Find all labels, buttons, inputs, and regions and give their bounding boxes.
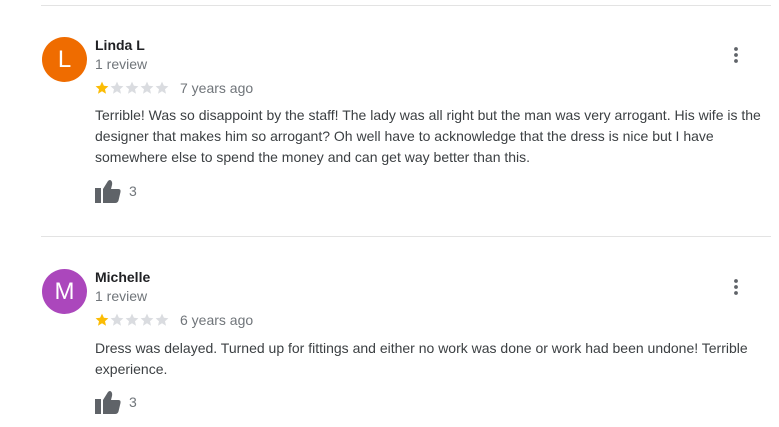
star-empty-icon xyxy=(125,81,139,94)
more-vertical-icon xyxy=(734,47,738,63)
thumbs-up-icon xyxy=(95,180,121,203)
star-empty-icon xyxy=(140,313,154,326)
star-filled-icon xyxy=(95,81,109,94)
star-rating xyxy=(95,313,169,327)
reviewer-name[interactable]: Linda L xyxy=(95,37,145,53)
review-divider xyxy=(41,236,771,237)
review-time: 6 years ago xyxy=(180,312,254,328)
thumbs-up-icon xyxy=(95,391,121,414)
star-empty-icon xyxy=(155,313,169,326)
avatar-initial: L xyxy=(57,45,72,73)
star-rating xyxy=(95,81,169,95)
avatar[interactable]: M xyxy=(42,269,87,314)
star-empty-icon xyxy=(125,313,139,326)
reviewer-review-count[interactable]: 1 review xyxy=(95,288,147,304)
more-vertical-icon xyxy=(734,279,738,295)
reviewer-name[interactable]: Michelle xyxy=(95,269,150,285)
avatar[interactable]: L xyxy=(42,37,87,82)
star-empty-icon xyxy=(110,81,124,94)
star-empty-icon xyxy=(155,81,169,94)
avatar-initial: M xyxy=(54,277,75,305)
more-options-button[interactable] xyxy=(726,43,746,67)
review-time: 7 years ago xyxy=(180,80,254,96)
star-empty-icon xyxy=(110,313,124,326)
like-button[interactable]: 3 xyxy=(95,390,137,414)
like-count: 3 xyxy=(129,394,137,410)
reviewer-review-count[interactable]: 1 review xyxy=(95,56,147,72)
star-empty-icon xyxy=(140,81,154,94)
review-text: Terrible! Was so disappoint by the staff… xyxy=(95,107,761,165)
like-button[interactable]: 3 xyxy=(95,179,137,203)
like-count: 3 xyxy=(129,183,137,199)
more-options-button[interactable] xyxy=(726,275,746,299)
star-filled-icon xyxy=(95,313,109,326)
review-text: Dress was delayed. Turned up for fitting… xyxy=(95,340,748,377)
top-divider xyxy=(41,5,771,6)
